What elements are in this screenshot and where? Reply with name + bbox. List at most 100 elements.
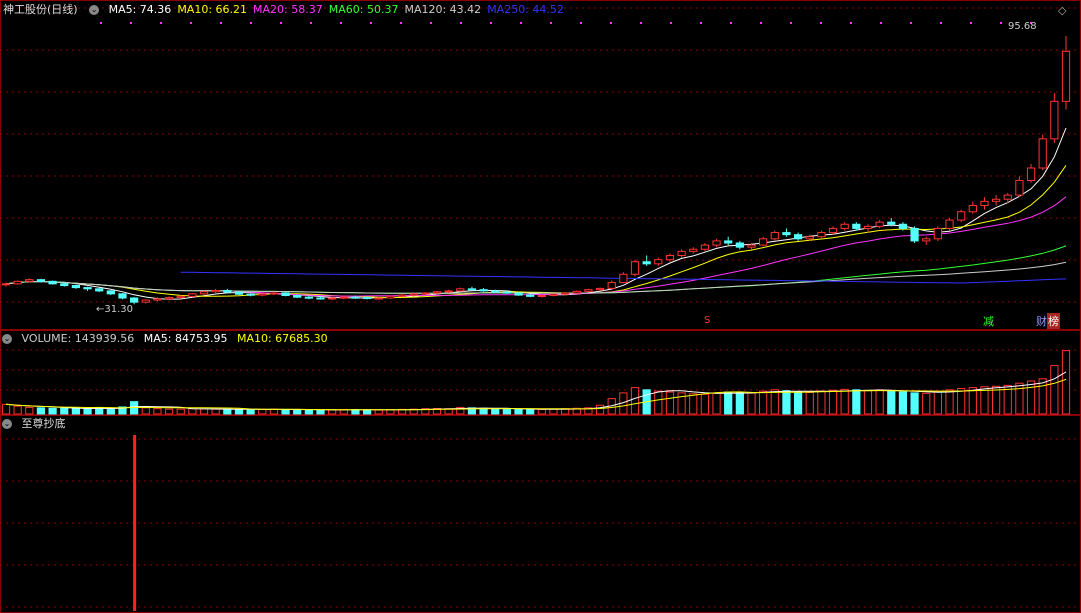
reduce-marker[interactable]: 减 bbox=[983, 313, 994, 329]
ma-legend-item: MA20: 58.37 bbox=[253, 3, 323, 16]
indicator-chart[interactable] bbox=[0, 415, 1081, 613]
volume-bar bbox=[514, 408, 523, 415]
volume-bar bbox=[1038, 378, 1047, 415]
candle-body bbox=[444, 290, 453, 293]
volume-bar bbox=[374, 409, 383, 415]
volume-bar bbox=[60, 408, 69, 415]
candle-body bbox=[1061, 50, 1071, 102]
volume-bar bbox=[106, 408, 115, 415]
candle-body bbox=[13, 280, 22, 285]
candle-body bbox=[933, 227, 942, 240]
signal-dot bbox=[370, 22, 372, 24]
price-panel[interactable]: 神工股份(日线) ⌄ MA5: 74.36 MA10: 66.21 MA20: 58… bbox=[0, 0, 1081, 330]
collapse-icon[interactable]: ⌄ bbox=[89, 5, 100, 15]
ma10-line bbox=[5, 165, 1067, 298]
candle-body bbox=[130, 297, 139, 303]
candle-body bbox=[397, 294, 407, 297]
signal-bar bbox=[133, 435, 137, 611]
volume-bar bbox=[362, 409, 372, 415]
candle-body bbox=[269, 292, 279, 295]
candle-body bbox=[199, 291, 209, 295]
volume-bar bbox=[922, 392, 931, 415]
signal-dot bbox=[280, 22, 282, 24]
candle-body bbox=[374, 297, 383, 300]
volume-bar bbox=[246, 409, 255, 415]
candle-body bbox=[922, 238, 931, 242]
volume-bar bbox=[293, 409, 302, 415]
candle-body bbox=[409, 293, 418, 296]
volume-bar bbox=[1, 403, 11, 415]
financial-marker[interactable]: 财 bbox=[1036, 313, 1047, 329]
ma-legend-item: MA10: 66.21 bbox=[177, 3, 248, 16]
ranking-marker[interactable]: 榜 bbox=[1047, 313, 1060, 329]
volume-bar bbox=[747, 392, 756, 415]
signal-dot bbox=[850, 22, 852, 24]
candle-body bbox=[467, 288, 477, 291]
signal-dot bbox=[100, 22, 102, 24]
candle-body bbox=[677, 250, 686, 256]
volume-bar bbox=[665, 391, 675, 415]
candle-body bbox=[526, 294, 535, 297]
candle-body bbox=[514, 292, 523, 296]
volume-bar bbox=[759, 390, 768, 415]
candle-body bbox=[584, 289, 593, 292]
signal-s-marker[interactable]: S bbox=[704, 315, 710, 326]
volume-bar bbox=[898, 391, 908, 415]
ma-legend-item: MA60: 50.37 bbox=[328, 3, 399, 16]
candle-body bbox=[607, 282, 616, 289]
signal-dot bbox=[550, 22, 552, 24]
candlestick-chart[interactable] bbox=[0, 0, 1081, 330]
volume-bar bbox=[700, 393, 710, 415]
indicator-collapse-icon[interactable]: ⌄ bbox=[2, 419, 12, 429]
volume-bar bbox=[199, 408, 209, 415]
volume-bar bbox=[968, 387, 977, 415]
diamond-icon[interactable]: ◇ bbox=[1058, 4, 1066, 17]
high-price-label: 95.68 bbox=[1008, 21, 1037, 32]
candle-body bbox=[304, 296, 313, 299]
candle-body bbox=[875, 221, 884, 227]
candle-body bbox=[549, 293, 558, 296]
volume-bar bbox=[188, 408, 197, 415]
candle-body bbox=[60, 283, 69, 287]
volume-bar bbox=[328, 409, 337, 415]
candle-body bbox=[712, 240, 721, 246]
candle-body bbox=[188, 293, 197, 297]
candle-body bbox=[479, 289, 488, 292]
signal-dot bbox=[490, 22, 492, 24]
volume-collapse-icon[interactable]: ⌄ bbox=[2, 334, 12, 344]
candle-body bbox=[945, 219, 954, 229]
candle-body bbox=[456, 288, 465, 292]
volume-bar bbox=[537, 408, 546, 415]
volume-panel[interactable]: ⌄ VOLUME: 143939.56 MA5: 84753.95 MA10: … bbox=[0, 330, 1081, 415]
candle-body bbox=[153, 298, 162, 301]
candle-body bbox=[1038, 138, 1047, 169]
candle-body bbox=[95, 288, 104, 292]
ma5-line bbox=[5, 127, 1067, 300]
volume-bar bbox=[1026, 380, 1036, 415]
candle-body bbox=[164, 297, 174, 300]
candle-body bbox=[887, 221, 896, 225]
volume-bar bbox=[805, 391, 814, 415]
volume-bar bbox=[258, 408, 267, 415]
signal-dot bbox=[640, 22, 642, 24]
volume-value: VOLUME: 143939.56 bbox=[21, 332, 135, 345]
volume-bar bbox=[863, 390, 873, 415]
candle-body bbox=[234, 291, 244, 295]
candle-body bbox=[258, 293, 267, 296]
volume-bar bbox=[491, 408, 500, 415]
candle-body bbox=[1015, 180, 1024, 196]
candle-body bbox=[770, 232, 779, 240]
candle-body bbox=[619, 273, 628, 284]
signal-dot bbox=[130, 22, 132, 24]
volume-bar bbox=[933, 391, 942, 415]
signal-dot bbox=[970, 22, 972, 24]
volume-bar bbox=[630, 387, 640, 415]
candle-body bbox=[980, 200, 989, 206]
ma-legend: MA5: 74.36 MA10: 66.21 MA20: 58.37 MA60: 50… bbox=[109, 3, 570, 16]
price-legend: 神工股份(日线) ⌄ MA5: 74.36 MA10: 66.21 MA20: 58… bbox=[0, 2, 576, 18]
candle-body bbox=[700, 244, 710, 250]
ma-legend-item: MA250: 44.52 bbox=[487, 3, 564, 16]
candle-body bbox=[782, 232, 791, 236]
candle-body bbox=[106, 290, 115, 295]
indicator-panel[interactable]: ⌄ 至尊抄底 bbox=[0, 415, 1081, 613]
